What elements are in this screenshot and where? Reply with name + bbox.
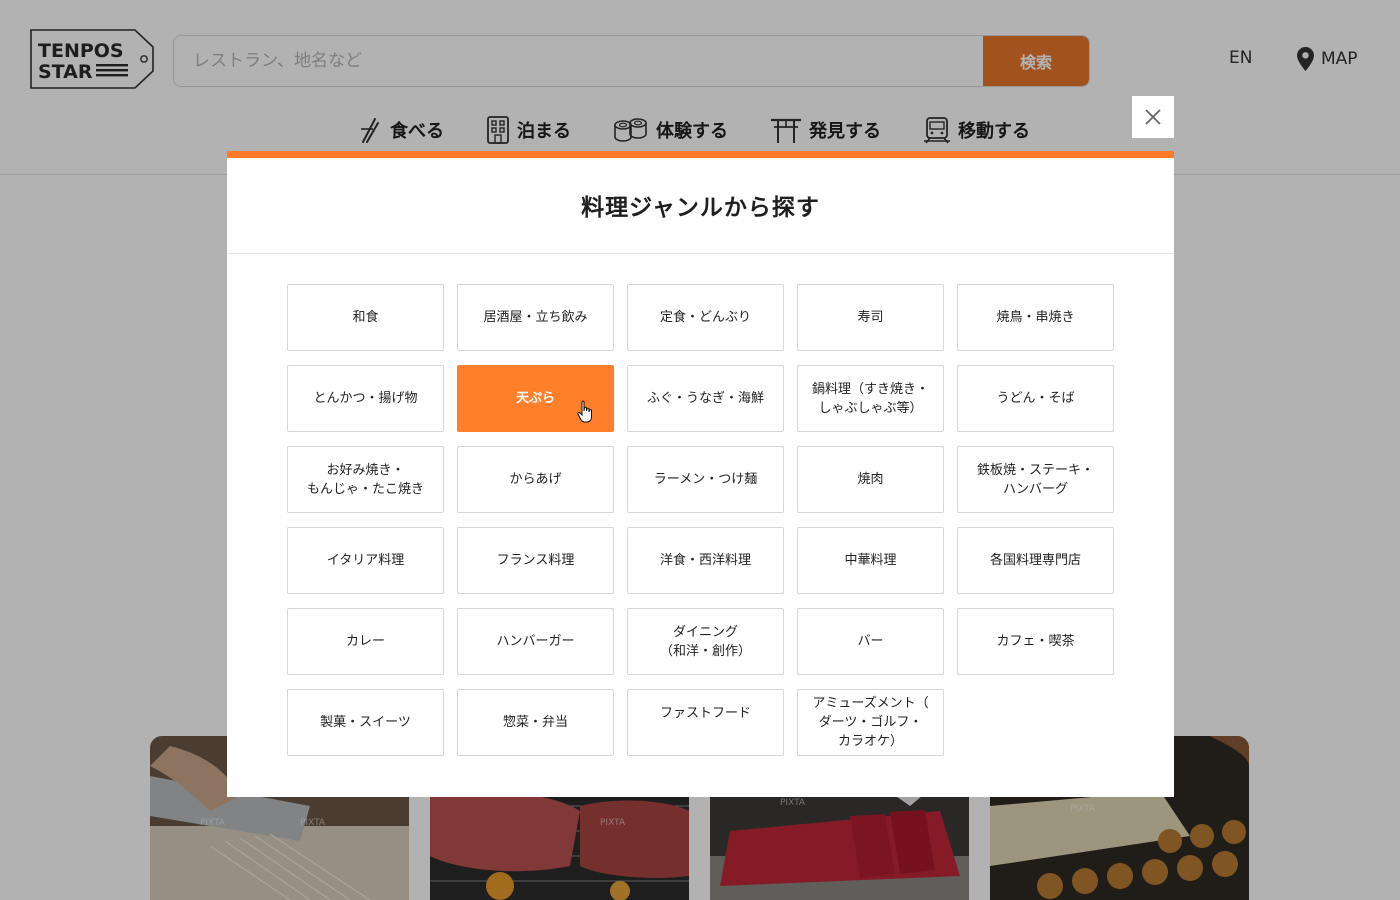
genre-button[interactable]: ハンバーガー xyxy=(457,608,614,675)
genre-button[interactable]: カフェ・喫茶 xyxy=(957,608,1114,675)
genre-button[interactable]: フランス料理 xyxy=(457,527,614,594)
genre-button[interactable]: 寿司 xyxy=(797,284,944,351)
genre-button[interactable]: ダイニング （和洋・創作） xyxy=(627,608,784,675)
genre-button[interactable]: 居酒屋・立ち飲み xyxy=(457,284,614,351)
genre-button[interactable]: うどん・そば xyxy=(957,365,1114,432)
genre-button[interactable]: 定食・どんぶり xyxy=(627,284,784,351)
genre-button[interactable]: 焼肉 xyxy=(797,446,944,513)
close-icon xyxy=(1145,109,1161,125)
genre-button[interactable]: 鉄板焼・ステーキ・ ハンバーグ xyxy=(957,446,1114,513)
genre-button[interactable]: ふぐ・うなぎ・海鮮 xyxy=(627,365,784,432)
genre-button[interactable]: アミューズメント（ ダーツ・ゴルフ・ カラオケ） xyxy=(797,689,944,756)
genre-button[interactable]: 鍋料理（すき焼き・ しゃぶしゃぶ等） xyxy=(797,365,944,432)
genre-button[interactable]: とんかつ・揚げ物 xyxy=(287,365,444,432)
genre-button[interactable]: カレー xyxy=(287,608,444,675)
genre-button[interactable]: お好み焼き・ もんじゃ・たこ焼き xyxy=(287,446,444,513)
genre-modal: 料理ジャンルから探す 和食 居酒屋・立ち飲み 定食・どんぶり 寿司 焼鳥・串焼きとんかつ… xyxy=(227,151,1174,797)
hand-cursor-icon xyxy=(577,400,592,423)
modal-close-button[interactable] xyxy=(1132,96,1174,138)
genre-button[interactable]: からあげ xyxy=(457,446,614,513)
genre-button[interactable]: 和食 xyxy=(287,284,444,351)
genre-button[interactable]: 製菓・スイーツ xyxy=(287,689,444,756)
genre-button[interactable]: イタリア料理 xyxy=(287,527,444,594)
genre-button[interactable]: ラーメン・つけ麺 xyxy=(627,446,784,513)
genre-button[interactable]: バー xyxy=(797,608,944,675)
genre-button-active[interactable]: 天ぷら xyxy=(457,365,614,432)
modal-title: 料理ジャンルから探す xyxy=(581,195,820,221)
genre-button[interactable]: 洋食・西洋料理 xyxy=(627,527,784,594)
modal-header: 料理ジャンルから探す xyxy=(227,158,1174,254)
genre-button[interactable]: 中華料理 xyxy=(797,527,944,594)
genre-button[interactable]: 各国料理専門店 xyxy=(957,527,1114,594)
genre-button[interactable]: 焼鳥・串焼き xyxy=(957,284,1114,351)
genre-button[interactable]: ファストフード xyxy=(627,689,784,756)
genre-grid: 和食 居酒屋・立ち飲み 定食・どんぶり 寿司 焼鳥・串焼きとんかつ・揚げ物 天ぷら ふぐ・う… xyxy=(287,284,1114,756)
genre-button[interactable]: 惣菜・弁当 xyxy=(457,689,614,756)
